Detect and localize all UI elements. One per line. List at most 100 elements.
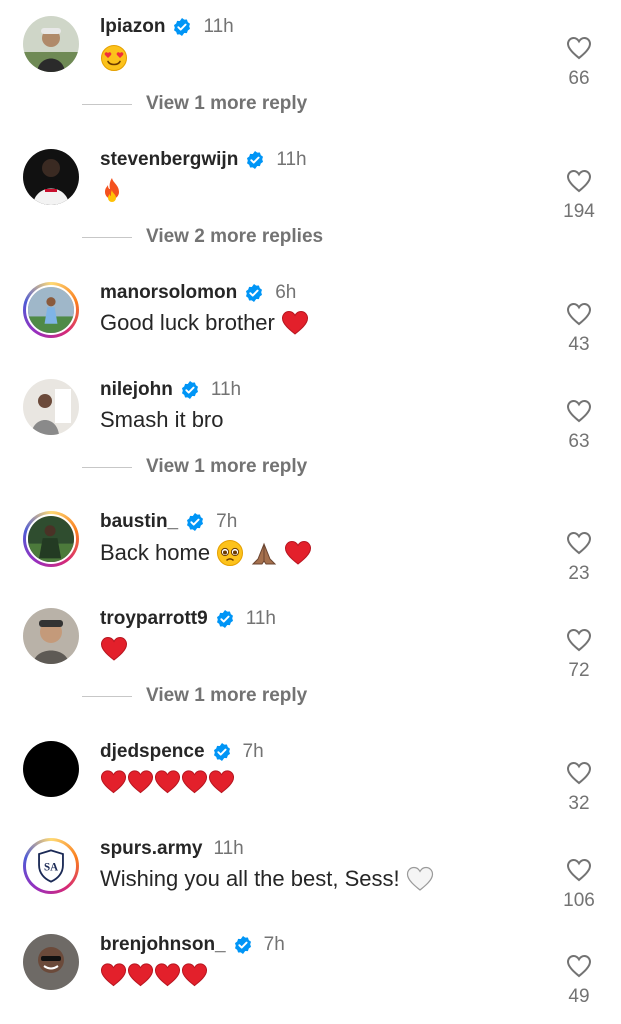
verified-badge-icon (233, 935, 253, 955)
view-replies-button[interactable]: View 1 more reply (82, 455, 307, 479)
comment-item: manorsolomon 6h Good luck brother 43 (0, 280, 621, 370)
comment-item: baustin_ 7h Back home 23 (0, 509, 621, 599)
comment-body: Wishing you all the best, Sess! (100, 866, 400, 891)
view-replies-label: View 1 more reply (146, 456, 308, 477)
username[interactable]: spurs.army (100, 838, 202, 860)
username[interactable]: lpiazon (100, 16, 165, 38)
timestamp: 6h (275, 282, 297, 303)
smiling-heart-eyes-emoji-icon (100, 44, 128, 72)
pleading-face-emoji-icon (216, 539, 244, 567)
username[interactable]: nilejohn (100, 379, 173, 401)
red-heart-emoji-icon (127, 962, 154, 988)
comment-text (100, 177, 124, 205)
red-heart-emoji-icon (154, 962, 181, 988)
fire-emoji-icon (100, 177, 124, 205)
comment-text: Wishing you all the best, Sess! (100, 866, 434, 892)
verified-badge-icon (180, 380, 200, 400)
red-heart-emoji-icon (181, 962, 208, 988)
avatar[interactable] (23, 741, 79, 797)
heart-icon (566, 169, 592, 193)
comment-item: nilejohn 11h Smash it bro 63 View 1 more… (0, 377, 621, 497)
avatar-logo-text: SA (44, 862, 58, 874)
username[interactable]: baustin_ (100, 511, 178, 533)
avatar[interactable]: SA (23, 838, 79, 894)
username[interactable]: troyparrott9 (100, 608, 208, 630)
red-heart-emoji-icon (100, 769, 127, 795)
heart-icon (566, 628, 592, 652)
heart-icon (566, 858, 592, 882)
comment-item: troyparrott9 11h 72 View 1 more reply (0, 606, 621, 726)
avatar[interactable] (23, 16, 79, 72)
red-heart-emoji-icon (281, 310, 309, 336)
divider-line (82, 695, 132, 697)
avatar[interactable] (23, 934, 79, 990)
view-replies-button[interactable]: View 1 more reply (82, 684, 307, 708)
comment-text (100, 769, 235, 795)
comment-body: Back home (100, 540, 211, 565)
like-button[interactable]: 43 (560, 302, 598, 356)
red-heart-emoji-icon (284, 540, 312, 566)
like-count: 72 (568, 660, 590, 681)
verified-badge-icon (245, 150, 265, 170)
like-count: 63 (568, 431, 590, 452)
comment-text: Back home (100, 539, 312, 567)
red-heart-emoji-icon (127, 769, 154, 795)
timestamp: 11h (276, 149, 307, 170)
comment-item: SA spurs.army 11h Wishing you all the be… (0, 836, 621, 926)
username[interactable]: djedspence (100, 741, 205, 763)
username[interactable]: brenjohnson_ (100, 934, 226, 956)
comment-text: Good luck brother (100, 310, 309, 336)
timestamp: 7h (242, 741, 264, 762)
white-heart-emoji-icon (406, 866, 434, 892)
heart-icon (566, 531, 592, 555)
comment-text (100, 636, 128, 662)
like-button[interactable]: 49 (560, 954, 598, 1008)
heart-icon (566, 761, 592, 785)
comment-body: Good luck brother (100, 310, 275, 335)
avatar[interactable] (23, 379, 79, 435)
comment-text: Smash it bro (100, 407, 224, 433)
avatar[interactable] (23, 282, 79, 338)
timestamp: 11h (245, 608, 276, 629)
heart-icon (566, 302, 592, 326)
like-count: 43 (568, 334, 590, 355)
like-count: 23 (568, 563, 590, 584)
avatar[interactable] (23, 608, 79, 664)
comment-item: djedspence 7h 32 (0, 739, 621, 829)
timestamp: 7h (216, 511, 238, 532)
like-button[interactable]: 72 (560, 628, 598, 682)
red-heart-emoji-icon (208, 769, 235, 795)
like-button[interactable]: 23 (560, 531, 598, 585)
timestamp: 11h (213, 838, 244, 859)
divider-line (82, 466, 132, 468)
like-count: 49 (568, 986, 590, 1007)
like-button[interactable]: 63 (560, 399, 598, 453)
red-heart-emoji-icon (100, 636, 128, 662)
verified-badge-icon (215, 609, 235, 629)
username[interactable]: manorsolomon (100, 282, 237, 304)
like-count: 66 (568, 68, 590, 89)
view-replies-button[interactable]: View 1 more reply (82, 92, 307, 116)
like-button[interactable]: 66 (560, 36, 598, 90)
username[interactable]: stevenbergwijn (100, 149, 238, 171)
timestamp: 7h (263, 934, 285, 955)
view-replies-button[interactable]: View 2 more replies (82, 225, 323, 249)
comment-body: Smash it bro (100, 407, 224, 432)
like-button[interactable]: 194 (560, 169, 598, 223)
folded-hands-emoji-icon (250, 539, 278, 567)
red-heart-emoji-icon (181, 769, 208, 795)
like-count: 106 (563, 890, 595, 911)
comment-item: lpiazon 11h 66 View 1 more reply (0, 14, 621, 134)
like-button[interactable]: 106 (560, 858, 598, 912)
verified-badge-icon (212, 742, 232, 762)
timestamp: 11h (203, 16, 234, 37)
avatar[interactable] (23, 511, 79, 567)
comment-item: brenjohnson_ 7h 49 (0, 932, 621, 1024)
comment-text (100, 44, 128, 72)
heart-icon (566, 36, 592, 60)
comment-item: stevenbergwijn 11h 194 View 2 more repli… (0, 147, 621, 267)
like-button[interactable]: 32 (560, 761, 598, 815)
red-heart-emoji-icon (154, 769, 181, 795)
avatar[interactable] (23, 149, 79, 205)
like-count: 32 (568, 793, 590, 814)
